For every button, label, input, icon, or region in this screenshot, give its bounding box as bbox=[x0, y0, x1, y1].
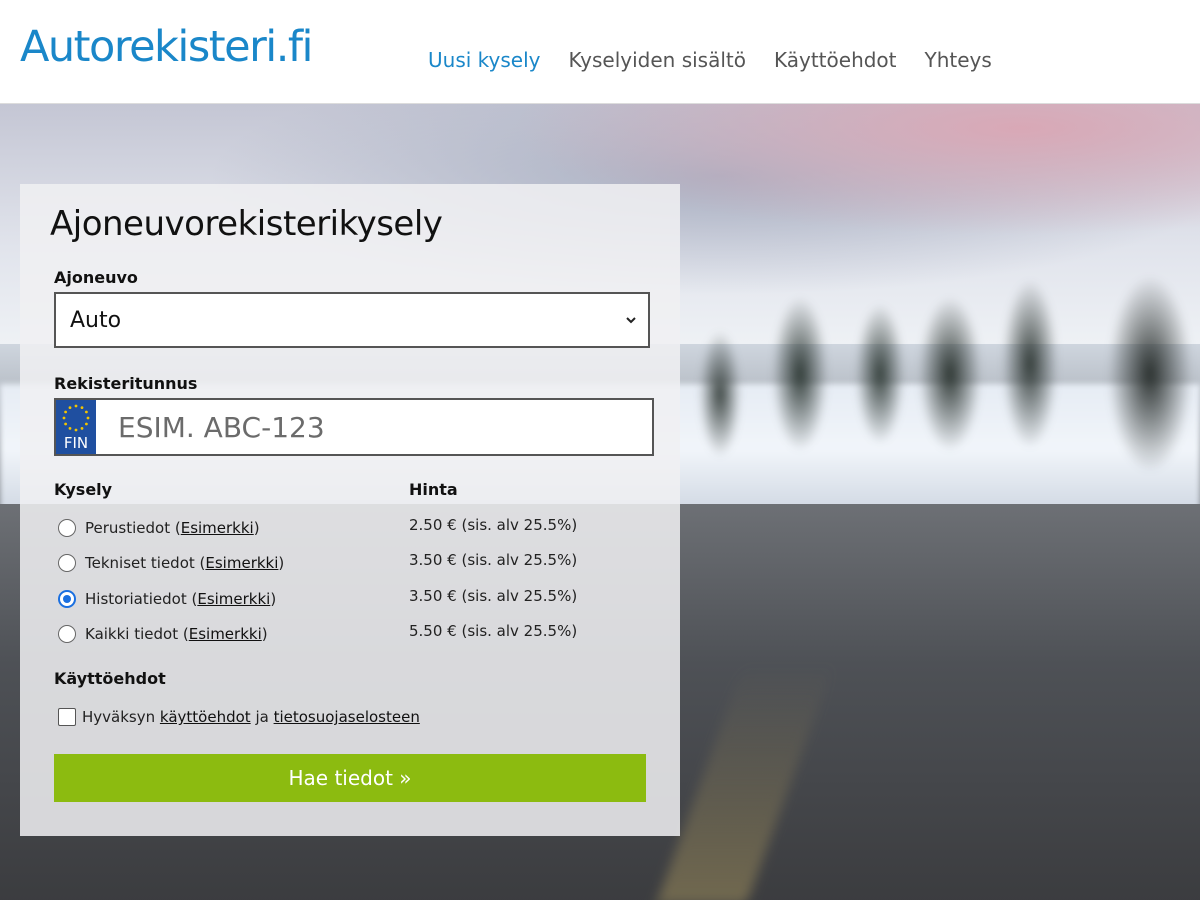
example-link[interactable]: Esimerkki bbox=[197, 590, 270, 608]
option-price: 3.50 € (sis. alv 25.5%) bbox=[409, 587, 578, 605]
site-logo[interactable]: Autorekisteri.fi bbox=[20, 26, 313, 69]
site-header: Autorekisteri.fi Uusi kysely Kyselyiden … bbox=[0, 0, 1200, 104]
chevron-down-icon bbox=[626, 317, 636, 324]
option-price: 3.50 € (sis. alv 25.5%) bbox=[409, 551, 578, 569]
plate-country-code: FIN bbox=[63, 434, 89, 452]
radio-kaikki-tiedot[interactable] bbox=[58, 625, 76, 643]
query-option-kaikki-tiedot[interactable]: Kaikki tiedot (Esimerkki) bbox=[58, 625, 268, 643]
eu-stars-icon bbox=[62, 404, 90, 432]
example-link[interactable]: Esimerkki bbox=[189, 625, 262, 643]
privacy-link[interactable]: tietosuojaselosteen bbox=[274, 708, 420, 726]
form-title: Ajoneuvorekisterikysely bbox=[50, 204, 443, 244]
registration-input[interactable] bbox=[96, 400, 652, 454]
option-price: 2.50 € (sis. alv 25.5%) bbox=[409, 516, 578, 534]
radio-historiatiedot[interactable] bbox=[58, 590, 76, 608]
example-link[interactable]: Esimerkki bbox=[205, 554, 278, 572]
registration-label: Rekisteritunnus bbox=[54, 374, 198, 393]
terms-acceptance[interactable]: Hyväksyn käyttöehdot ja tietosuojaselost… bbox=[58, 708, 420, 726]
nav-item-yhteys[interactable]: Yhteys bbox=[925, 50, 992, 70]
query-form-panel: Ajoneuvorekisterikysely Ajoneuvo Auto Re… bbox=[20, 184, 680, 836]
submit-button[interactable]: Hae tiedot » bbox=[54, 754, 646, 802]
nav-item-kyselyiden-sisalto[interactable]: Kyselyiden sisältö bbox=[568, 50, 746, 70]
terms-prefix: Hyväksyn bbox=[82, 708, 156, 726]
background-trees bbox=[680, 254, 1200, 474]
vehicle-select[interactable]: Auto bbox=[54, 292, 650, 348]
registration-field: FIN bbox=[54, 398, 654, 456]
vehicle-label: Ajoneuvo bbox=[54, 268, 138, 287]
terms-checkbox[interactable] bbox=[58, 708, 76, 726]
nav-item-kayttoehdot[interactable]: Käyttöehdot bbox=[774, 50, 897, 70]
price-label: Hinta bbox=[409, 480, 458, 499]
query-option-perustiedot[interactable]: Perustiedot (Esimerkki) bbox=[58, 519, 260, 537]
option-label: Perustiedot bbox=[85, 519, 171, 537]
vehicle-select-value: Auto bbox=[70, 307, 122, 333]
option-label: Tekniset tiedot bbox=[85, 554, 195, 572]
option-label: Historiatiedot bbox=[85, 590, 187, 608]
main-nav: Uusi kysely Kyselyiden sisältö Käyttöehd… bbox=[428, 50, 992, 70]
terms-and: ja bbox=[255, 708, 269, 726]
terms-link[interactable]: käyttöehdot bbox=[160, 708, 251, 726]
terms-label: Käyttöehdot bbox=[54, 669, 166, 688]
query-label: Kysely bbox=[54, 480, 113, 499]
query-option-tekniset-tiedot[interactable]: Tekniset tiedot (Esimerkki) bbox=[58, 554, 284, 572]
query-option-historiatiedot[interactable]: Historiatiedot (Esimerkki) bbox=[58, 590, 276, 608]
radio-tekniset-tiedot[interactable] bbox=[58, 554, 76, 572]
option-price: 5.50 € (sis. alv 25.5%) bbox=[409, 622, 578, 640]
nav-item-uusi-kysely[interactable]: Uusi kysely bbox=[428, 50, 540, 70]
example-link[interactable]: Esimerkki bbox=[181, 519, 254, 537]
eu-plate-badge: FIN bbox=[56, 400, 96, 454]
radio-perustiedot[interactable] bbox=[58, 519, 76, 537]
option-label: Kaikki tiedot bbox=[85, 625, 179, 643]
